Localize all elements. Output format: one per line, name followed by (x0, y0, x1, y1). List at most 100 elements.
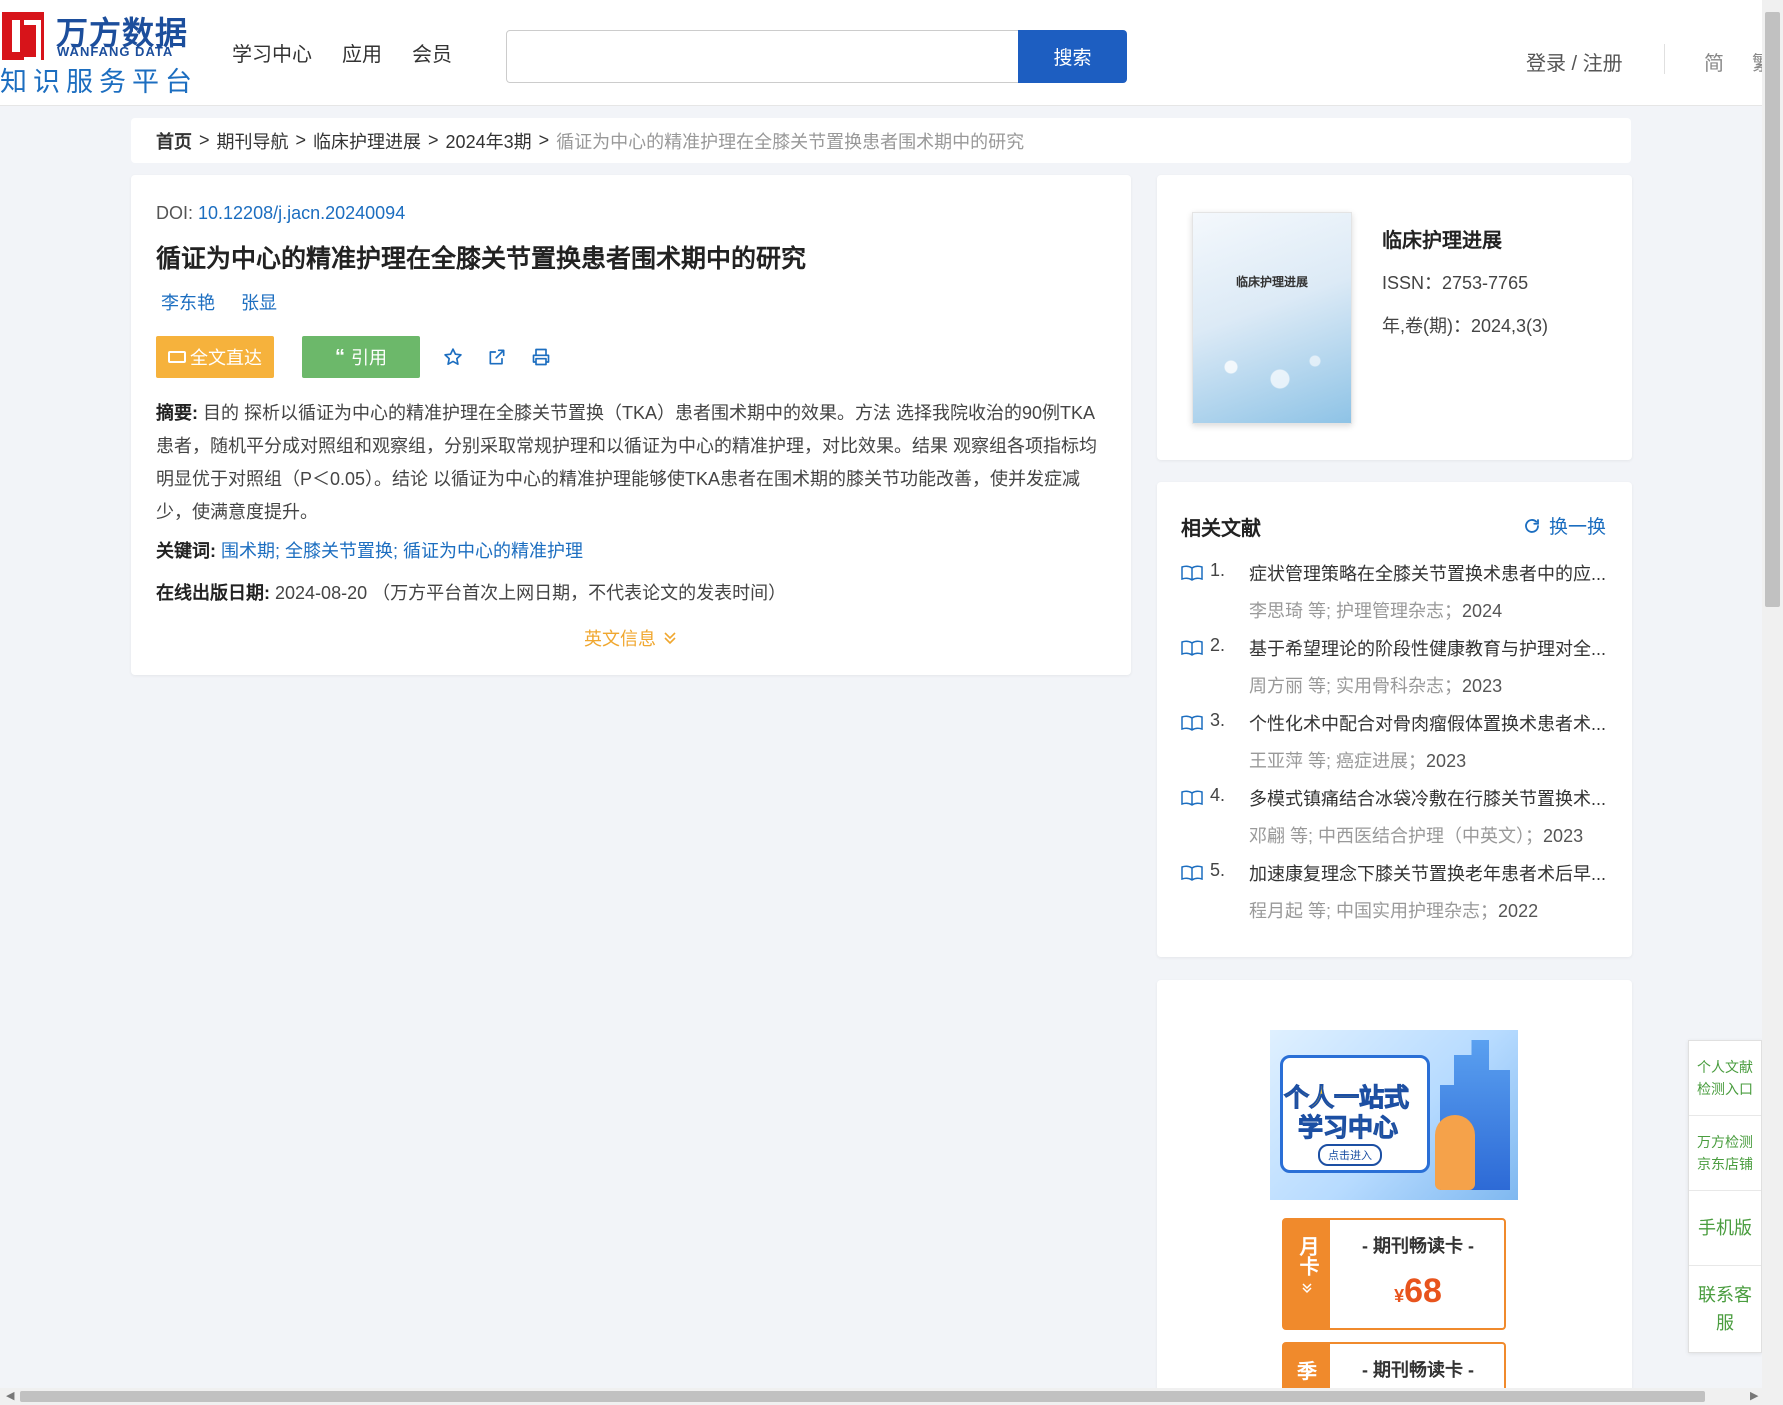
related-title-link[interactable]: 个性化术中配合对骨肉瘤假体置换术患者术... (1249, 710, 1611, 736)
favorite-star-icon[interactable] (442, 346, 464, 368)
monthly-card-offer[interactable]: 月卡 - 期刊畅读卡 - ¥68 (1282, 1218, 1506, 1330)
breadcrumb-issue[interactable]: 2024年3期 (446, 128, 532, 154)
english-info-toggle[interactable]: 英文信息 (584, 625, 678, 651)
breadcrumb-separator: > (199, 130, 210, 150)
author-link[interactable]: 张显 (241, 289, 277, 315)
doi-label: DOI: (156, 203, 199, 223)
related-meta: 王亚萍 等; 癌症进展；2023 (1249, 751, 1467, 771)
doi-line: DOI: 10.12208/j.jacn.20240094 (156, 203, 405, 224)
fulltext-button[interactable]: 全文直达 (156, 336, 274, 378)
breadcrumb: 首页 > 期刊导航 > 临床护理进展 > 2024年3期 > 循证为中心的精准护… (131, 118, 1631, 163)
cite-button[interactable]: “ 引用 (302, 336, 420, 378)
journal-cover[interactable]: 临床护理进展 (1192, 212, 1352, 424)
abstract-text: 目的 探析以循证为中心的精准护理在全膝关节置换（TKA）患者围术期中的效果。方法… (156, 403, 1097, 522)
keyword-separator: ; (275, 541, 286, 561)
cover-decoration (1203, 343, 1343, 403)
logo-mark-icon (2, 12, 44, 62)
logo-subtitle: 知识服务平台 (0, 67, 198, 97)
refresh-button[interactable]: 换一换 (1523, 512, 1606, 539)
refresh-label: 换一换 (1549, 517, 1607, 538)
related-author[interactable]: 周方丽 (1249, 676, 1303, 696)
related-num: 4. (1210, 785, 1226, 805)
related-num: 5. (1210, 860, 1226, 880)
related-meta: 周方丽 等; 实用骨科杂志；2023 (1249, 676, 1503, 696)
related-etal: 等; (1308, 601, 1332, 621)
horizontal-scroll-thumb[interactable] (20, 1391, 1705, 1402)
related-title-link[interactable]: 加速康复理念下膝关节置换老年患者术后早... (1249, 860, 1611, 886)
related-title-link[interactable]: 基于希望理论的阶段性健康教育与护理对全... (1249, 635, 1611, 661)
related-num: 2. (1210, 635, 1226, 655)
keyword-link[interactable]: 围术期 (221, 541, 275, 561)
learning-center-banner[interactable]: 个人一站式 学习中心 点击进入 (1270, 1030, 1518, 1200)
banner-cta: 点击进入 (1318, 1144, 1382, 1166)
related-author[interactable]: 王亚萍 (1249, 751, 1303, 771)
abstract-label: 摘要: (156, 403, 198, 423)
article-actions: 全文直达 “ 引用 (156, 336, 552, 378)
pubdate-note: （万方平台首次上网日期，不代表论文的发表时间） (372, 583, 787, 603)
lang-simplified[interactable]: 简 (1704, 47, 1724, 76)
jd-store-link[interactable]: 万方检测京东店铺 (1689, 1116, 1761, 1191)
offer-side-text: 月卡 (1296, 1236, 1318, 1276)
author-link[interactable]: 李东艳 (161, 289, 215, 315)
breadcrumb-home[interactable]: 首页 (156, 128, 192, 154)
related-meta: 李思琦 等; 护理管理杂志；2024 (1249, 601, 1503, 621)
keyword-link[interactable]: 全膝关节置换 (285, 541, 393, 561)
related-etal: 等; (1308, 676, 1332, 696)
related-source[interactable]: 中西医结合护理（中英文） (1318, 826, 1525, 846)
related-source[interactable]: 实用骨科杂志 (1336, 676, 1444, 696)
header-divider (1664, 44, 1665, 74)
related-title-link[interactable]: 症状管理策略在全膝关节置换术患者中的应... (1249, 560, 1611, 586)
english-info-label: 英文信息 (584, 629, 656, 649)
journal-name[interactable]: 临床护理进展 (1382, 224, 1502, 253)
article-card: DOI: 10.12208/j.jacn.20240094 循证为中心的精准护理… (131, 175, 1131, 675)
scroll-left-icon[interactable]: ◀ (6, 1389, 14, 1402)
scroll-right-icon[interactable]: ▶ (1750, 1389, 1758, 1402)
nav-apps[interactable]: 应用 (342, 38, 382, 67)
breadcrumb-current: 循证为中心的精准护理在全膝关节置换患者围术期中的研究 (556, 131, 1025, 152)
top-header: 万方数据 WANFANG DATA 知识服务平台 学习中心 应用 会员 搜索 登… (0, 0, 1762, 106)
related-list: 1. 症状管理策略在全膝关节置换术患者中的应... 李思琦 等; 护理管理杂志；… (1181, 560, 1611, 935)
abstract: 摘要: 目的 探析以循证为中心的精准护理在全膝关节置换（TKA）患者围术期中的效… (156, 397, 1106, 529)
related-item: 4. 多模式镇痛结合冰袋冷敷在行膝关节置换术... 邓翩 等; 中西医结合护理（… (1181, 785, 1611, 860)
search-input[interactable] (507, 31, 1017, 82)
wanfang-logo[interactable]: 万方数据 WANFANG DATA 知识服务平台 (0, 8, 195, 97)
vertical-scroll-thumb[interactable] (1765, 12, 1780, 607)
doi-link[interactable]: 10.12208/j.jacn.20240094 (198, 203, 405, 223)
related-author[interactable]: 邓翩 (1249, 826, 1285, 846)
mobile-version-link[interactable]: 手机版 (1689, 1191, 1761, 1266)
journal-volume: 年,卷(期)：2024,3(3) (1382, 316, 1549, 336)
print-icon[interactable] (530, 346, 552, 368)
related-year: 2024 (1462, 601, 1503, 621)
breadcrumb-journal-nav[interactable]: 期刊导航 (217, 128, 289, 154)
related-source[interactable]: 护理管理杂志 (1336, 601, 1444, 621)
offer-side-label: 月卡 (1284, 1220, 1330, 1328)
related-author[interactable]: 程月起 (1249, 901, 1303, 921)
logo-en-text: WANFANG DATA (57, 44, 174, 59)
nav-learning-center[interactable]: 学习中心 (232, 38, 312, 67)
related-year: 2022 (1498, 901, 1539, 921)
book-icon (1181, 640, 1203, 656)
customer-service-link[interactable]: 联系客服 (1689, 1266, 1761, 1352)
related-source[interactable]: 中国实用护理杂志 (1336, 901, 1480, 921)
breadcrumb-journal[interactable]: 临床护理进展 (313, 128, 421, 154)
nav-membership[interactable]: 会员 (412, 38, 452, 67)
horizontal-scrollbar[interactable]: ◀ ▶ (0, 1388, 1783, 1405)
related-title-link[interactable]: 多模式镇痛结合冰袋冷敷在行膝关节置换术... (1249, 785, 1611, 811)
search-button[interactable]: 搜索 (1018, 30, 1127, 83)
login-register-link[interactable]: 登录 / 注册 (1526, 47, 1623, 76)
offer-price: ¥68 (1330, 1272, 1506, 1311)
related-source[interactable]: 癌症进展 (1336, 751, 1408, 771)
share-icon[interactable] (486, 346, 508, 368)
journal-issn: ISSN：2753-7765 (1382, 273, 1529, 293)
keyword-link[interactable]: 循证为中心的精准护理 (403, 541, 583, 561)
publish-date: 在线出版日期: 2024-08-20 （万方平台首次上网日期，不代表论文的发表时… (156, 579, 786, 605)
related-etal: 等; (1308, 901, 1332, 921)
personal-check-entry[interactable]: 个人文献检测入口 (1689, 1041, 1761, 1116)
related-author[interactable]: 李思琦 (1249, 601, 1303, 621)
journal-card: 临床护理进展 临床护理进展 ISSN：2753-7765 年,卷(期)：2024… (1157, 175, 1632, 460)
related-year: 2023 (1543, 826, 1584, 846)
vertical-scrollbar[interactable] (1762, 0, 1783, 1390)
floating-sidebar: 个人文献检测入口 万方检测京东店铺 手机版 联系客服 (1688, 1040, 1762, 1353)
related-etal: 等; (1308, 751, 1332, 771)
lang-traditional[interactable]: 繁 (1752, 47, 1762, 76)
